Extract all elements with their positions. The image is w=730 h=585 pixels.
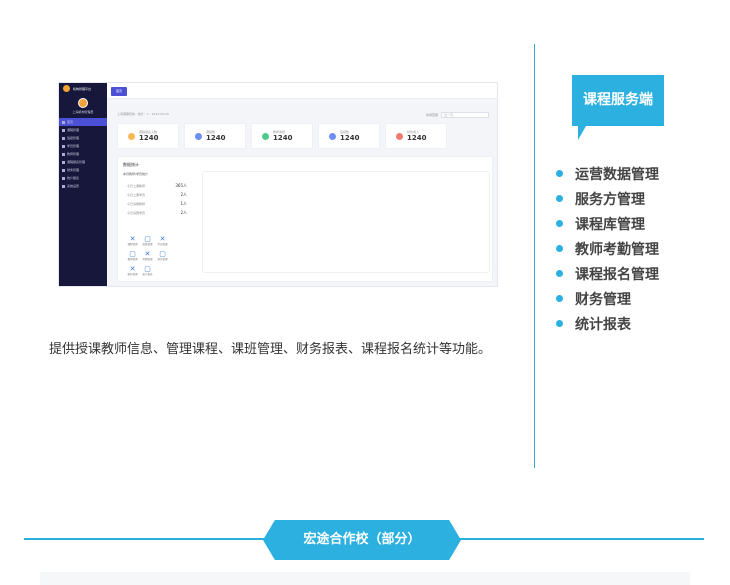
stat-icon [262, 132, 269, 140]
metric-row: 今日请假学员 2人 [127, 210, 187, 215]
menu-item: 教师管理 [59, 150, 107, 158]
bullet-icon [556, 270, 563, 277]
stat-icon [329, 132, 336, 140]
shortcut-icon: ✕ [159, 235, 166, 243]
stat-card: 财务收入 1240 [385, 123, 447, 149]
shortcut-item: ✕ 学员管理 [157, 235, 168, 246]
chart-area [202, 171, 490, 273]
menu-icon [62, 160, 65, 164]
service-badge: 课程服务端 [572, 75, 664, 126]
bullet-icon [556, 170, 563, 177]
menu-item: 班级管理 [59, 134, 107, 142]
feature-item: 课程库管理 [556, 211, 659, 236]
menu-item: 学员管理 [59, 142, 107, 150]
feature-item: 统计报表 [556, 311, 659, 336]
menu-icon [62, 136, 65, 140]
breadcrumb: 上海课服机构 · 统计：1 · 2024-05-20 [117, 112, 170, 116]
menu-item: 首页 [59, 118, 107, 126]
metric-row: 今日上课教师 365人 [127, 183, 187, 188]
panel-subtitle: 本月教师/学员统计 [123, 172, 149, 176]
partner-logos-strip [40, 572, 690, 585]
panel-title: 数据统计 [123, 162, 139, 167]
feature-list: 运营数据管理 服务方管理 课程库管理 教师考勤管理 课程报名管理 财务管理 统计… [556, 161, 659, 336]
shortcut-icon: ▢ [159, 250, 166, 258]
shortcut-item: ▢ 教师管理 [127, 250, 138, 261]
screenshot-menu: 首页 课程管理 班级管理 学员管理 教师管理 课程报名管理 财务管理 统计报表 … [59, 118, 107, 190]
feature-item: 课程报名管理 [556, 261, 659, 286]
partner-schools-banner: 宏途合作校（部分） [263, 520, 461, 560]
shortcut-item: ✕ 考勤管理 [142, 250, 153, 261]
screenshot-logo: 机构管理平台 [59, 83, 107, 94]
menu-icon [62, 144, 65, 148]
stat-card: 班级数 1240 [318, 123, 380, 149]
menu-icon [62, 152, 65, 156]
menu-icon [62, 120, 65, 124]
data-panel: 数据统计 本月教师/学员统计 今日上课教师 365人 今日上课学员 2人 今日请假教… [117, 156, 493, 282]
menu-item: 系统设置 [59, 182, 107, 190]
stat-cards: 课程报名人数 1240 课程数 1240 教师考勤 1240 班级数 1240 财务收入… [117, 123, 447, 149]
bullet-icon [556, 295, 563, 302]
shortcut-item: ▢ 统计报表 [142, 265, 153, 276]
feature-item: 运营数据管理 [556, 161, 659, 186]
feature-item: 财务管理 [556, 286, 659, 311]
menu-item: 课程管理 [59, 126, 107, 134]
product-screenshot: 机构管理平台 上海机构管理员 首页 课程管理 班级管理 学员管理 教师管理 课程… [58, 82, 498, 287]
screenshot-sidebar: 机构管理平台 上海机构管理员 首页 课程管理 班级管理 学员管理 教师管理 课程… [59, 83, 107, 286]
shortcut-icon: ✕ [129, 265, 136, 273]
stat-card: 课程数 1240 [184, 123, 246, 149]
screenshot-topbar: 首页 [107, 83, 497, 99]
bullet-icon [556, 320, 563, 327]
avatar [78, 98, 88, 108]
filter-label: 时间范围 [425, 113, 438, 117]
metric-list: 今日上课教师 365人 今日上课学员 2人 今日请假教师 1人 今日请假学员 2人 [127, 181, 187, 217]
menu-item: 课程报名管理 [59, 158, 107, 166]
stat-card: 教师考勤 1240 [251, 123, 313, 149]
feature-item: 教师考勤管理 [556, 236, 659, 261]
bullet-icon [556, 195, 563, 202]
badge-pointer [578, 126, 592, 140]
stat-icon [195, 132, 202, 140]
stat-icon [128, 132, 135, 140]
metric-row: 今日请假教师 1人 [127, 201, 187, 206]
shortcut-item: ✕ 课程管理 [127, 235, 138, 246]
menu-item: 财务管理 [59, 166, 107, 174]
time-filter: 时间范围 近一月 [426, 112, 489, 118]
shortcut-item: ▢ 班级管理 [142, 235, 153, 246]
user-name: 上海机构管理员 [72, 110, 94, 114]
feature-description: 提供授课教师信息、管理课程、课班管理、财务报表、课程报名统计等功能。 [49, 342, 492, 357]
shortcut-icon: ▢ [129, 250, 136, 258]
bullet-icon [556, 245, 563, 252]
menu-icon [62, 184, 65, 188]
logo-icon [63, 85, 70, 92]
menu-icon [62, 128, 65, 132]
menu-icon [62, 176, 65, 180]
stat-card: 课程报名人数 1240 [117, 123, 179, 149]
shortcut-item: ✕ 报名管理 [127, 265, 138, 276]
shortcut-icon: ▢ [144, 265, 151, 273]
home-tab: 首页 [111, 87, 127, 96]
vertical-divider [534, 44, 535, 468]
shortcut-icon: ✕ [129, 235, 136, 243]
bullet-icon [556, 220, 563, 227]
logo-text: 机构管理平台 [73, 86, 92, 91]
filter-select: 近一月 [441, 112, 489, 118]
stat-icon [396, 132, 403, 140]
metric-row: 今日上课学员 2人 [127, 192, 187, 197]
shortcut-grid: ✕ 课程管理 ▢ 班级管理 ✕ 学员管理 ▢ 教师管理 ✕ 考勤管理 ▢ 财务管理 ✕ 报名管… [126, 235, 169, 276]
shortcut-item: ▢ 财务管理 [157, 250, 168, 261]
shortcut-icon: ▢ [144, 235, 151, 243]
menu-item: 统计报表 [59, 174, 107, 182]
feature-item: 服务方管理 [556, 186, 659, 211]
menu-icon [62, 168, 65, 172]
shortcut-icon: ✕ [144, 250, 151, 258]
